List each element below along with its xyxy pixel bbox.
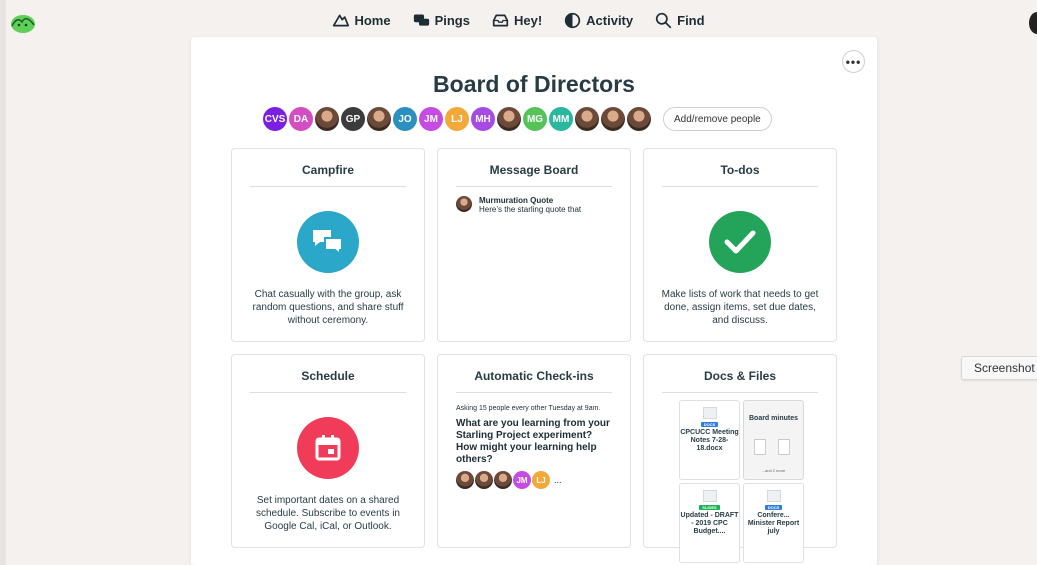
person-avatar[interactable] — [475, 471, 493, 489]
more-options-button[interactable]: ••• — [842, 50, 865, 73]
chat-bubbles-icon — [313, 230, 343, 257]
nav-pings[interactable]: Pings — [413, 12, 470, 29]
schedule-icon — [297, 417, 359, 479]
message-item[interactable]: Murmuration Quote Here’s the starling qu… — [456, 196, 612, 215]
person-avatar[interactable] — [315, 107, 339, 131]
doc-name: CPCUCC Meeting Notes 7-28-18.docx — [680, 429, 739, 452]
person-avatar[interactable] — [601, 107, 625, 131]
todos-description: Make lists of work that needs to get don… — [661, 289, 819, 326]
doc-name: Updated - DRAFT - 2019 CPC Budget.... — [680, 512, 739, 535]
divider — [456, 392, 612, 393]
campfire-icon — [297, 211, 359, 273]
person-avatar[interactable]: LJ — [445, 107, 469, 131]
schedule-card[interactable]: Schedule Set important dates on a shared… — [231, 354, 425, 548]
doc-type-badge: SLIDES — [699, 505, 720, 510]
campfire-description: Chat casually with the group, ask random… — [252, 289, 404, 326]
project-panel: ••• Board of Directors CVS DA GP JO JM LJ MH MG… — [191, 37, 877, 565]
person-avatar[interactable] — [367, 107, 391, 131]
schedule-description: Set important dates on a shared schedule… — [256, 495, 400, 532]
checkin-responders: JM LJ... — [456, 471, 612, 489]
campfire-title: Campfire — [301, 163, 354, 177]
folder-more-text: ...and 2 more — [761, 468, 786, 473]
person-avatar[interactable]: DA — [289, 107, 313, 131]
message-board-card[interactable]: Message Board Murmuration Quote Here’s t… — [437, 148, 631, 342]
folder-item[interactable]: Board minutes ...and 2 more — [743, 400, 804, 480]
person-avatar[interactable] — [494, 471, 512, 489]
document-thumbnail-icon — [702, 407, 717, 419]
campfire-card[interactable]: Campfire Chat casually with the group, a… — [231, 148, 425, 342]
add-remove-people-button[interactable]: Add/remove people — [663, 107, 772, 131]
divider — [456, 186, 612, 187]
schedule-title: Schedule — [301, 369, 355, 383]
checkmark-icon — [724, 230, 756, 254]
checkin-schedule-text: Asking 15 people every other Tuesday at … — [456, 405, 601, 412]
person-avatar[interactable] — [627, 107, 651, 131]
calendar-icon — [315, 435, 341, 461]
doc-name: Confere... Minister Report july — [747, 512, 800, 535]
doc-item[interactable]: DOCS CPCUCC Meeting Notes 7-28-18.docx — [679, 400, 740, 480]
folder-preview-icon — [754, 439, 766, 455]
folder-name: Board minutes — [748, 415, 798, 422]
person-avatar[interactable] — [456, 471, 474, 489]
message-title: Murmuration Quote — [479, 196, 554, 205]
home-icon — [333, 14, 350, 27]
divider — [662, 186, 818, 187]
checkins-title: Automatic Check-ins — [474, 369, 594, 383]
nav-find-label: Find — [677, 13, 705, 28]
nav-hey[interactable]: Hey! — [492, 12, 542, 29]
person-avatar[interactable] — [575, 107, 599, 131]
message-excerpt: Here’s the starling quote that — [479, 205, 582, 214]
doc-item[interactable]: DOCS Confere... Minister Report july — [743, 483, 804, 563]
spreadsheet-thumbnail-icon — [702, 490, 717, 502]
doc-type-badge: DOCS — [700, 422, 719, 427]
nav-activity[interactable]: Activity — [564, 12, 633, 29]
todos-icon — [709, 211, 771, 273]
left-edge — [0, 0, 6, 565]
person-avatar[interactable]: CVS — [263, 107, 287, 131]
divider — [250, 392, 406, 393]
pings-icon — [413, 14, 429, 26]
message-author-avatar — [456, 196, 472, 212]
nav-pings-label: Pings — [434, 13, 470, 28]
user-avatar[interactable] — [1029, 12, 1037, 34]
person-avatar[interactable]: MM — [549, 107, 573, 131]
docs-title: Docs & Files — [703, 369, 777, 383]
divider — [250, 186, 406, 187]
checkin-question[interactable]: What are you learning from your Starling… — [456, 418, 612, 466]
nav-home-label: Home — [354, 13, 391, 28]
more-responders-ellipsis: ... — [554, 475, 562, 485]
search-icon — [655, 12, 672, 29]
person-avatar[interactable]: JM — [513, 471, 531, 489]
person-avatar[interactable]: MH — [471, 107, 495, 131]
checkins-card[interactable]: Automatic Check-ins Asking 15 people eve… — [437, 354, 631, 548]
person-avatar[interactable]: GP — [341, 107, 365, 131]
person-avatar[interactable]: JO — [393, 107, 417, 131]
page-title: Board of Directors — [433, 71, 635, 97]
person-avatar[interactable]: LJ — [532, 471, 550, 489]
person-avatar[interactable] — [497, 107, 521, 131]
people-row: CVS DA GP JO JM LJ MH MG MM Add/remove people — [263, 107, 772, 131]
doc-type-badge: DOCS — [764, 505, 783, 510]
nav-find[interactable]: Find — [655, 12, 705, 29]
folder-preview-icon — [778, 439, 790, 455]
nav-hey-label: Hey! — [513, 13, 543, 28]
divider — [662, 392, 818, 393]
todos-title: To-dos — [720, 163, 760, 177]
doc-item[interactable]: SLIDES Updated - DRAFT - 2019 CPC Budget… — [679, 483, 740, 563]
screenshot-tooltip: Screenshot — [961, 356, 1037, 380]
hey-inbox-icon — [492, 14, 509, 27]
person-avatar[interactable]: JM — [419, 107, 443, 131]
todos-card[interactable]: To-dos Make lists of work that needs to … — [643, 148, 837, 342]
nav-home[interactable]: Home — [332, 12, 391, 29]
message-board-title: Message Board — [489, 163, 579, 177]
nav-activity-label: Activity — [586, 13, 634, 28]
nav-bar: Home Pings Hey! Activity Find — [0, 12, 1037, 29]
activity-icon — [565, 12, 581, 29]
person-avatar[interactable]: MG — [523, 107, 547, 131]
docs-files-card[interactable]: Docs & Files DOCS CPCUCC Meeting Notes 7… — [643, 354, 837, 563]
document-thumbnail-icon — [766, 490, 781, 502]
